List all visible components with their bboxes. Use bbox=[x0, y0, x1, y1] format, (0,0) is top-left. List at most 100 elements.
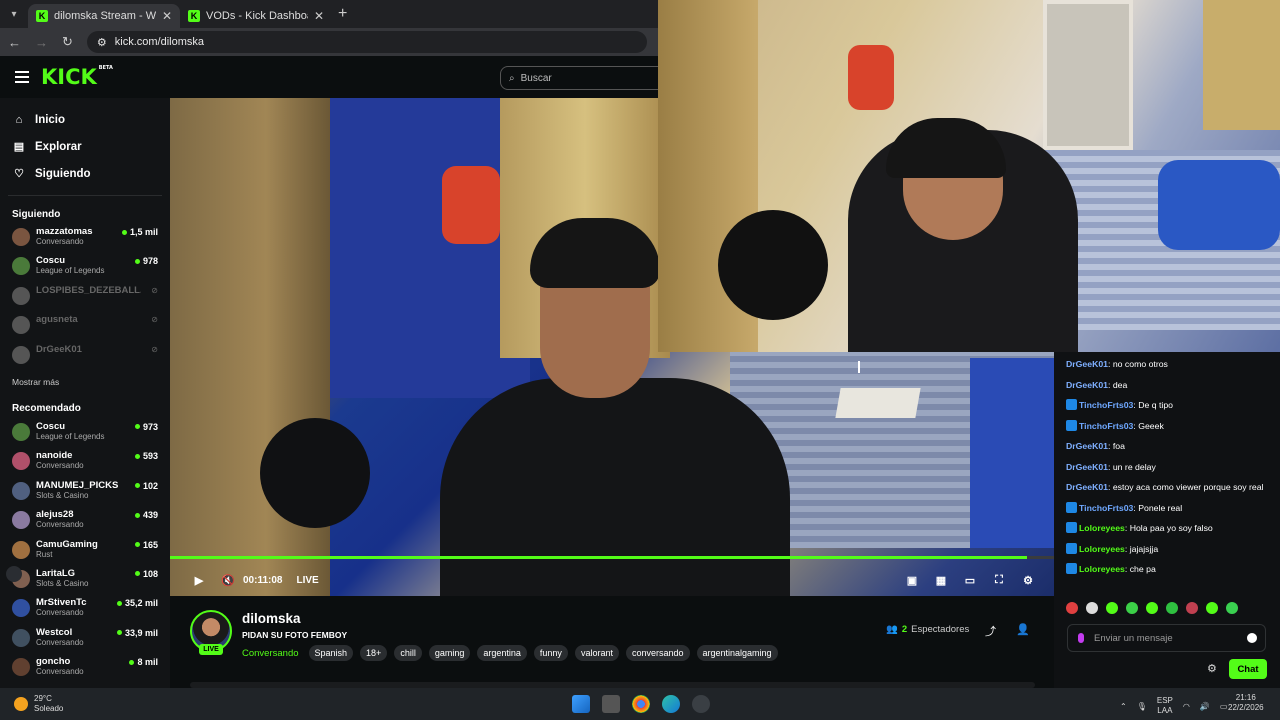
stream-tag[interactable]: valorant bbox=[574, 645, 619, 661]
stream-tag[interactable]: argentina bbox=[477, 645, 527, 661]
following-list: mazzatomas Conversando 1,5 mil Coscu League … bbox=[0, 224, 170, 371]
weather-widget[interactable]: 29°C Soleado bbox=[14, 694, 63, 714]
chat-username[interactable]: TinchoFrts03 bbox=[1079, 400, 1133, 410]
stream-tag[interactable]: gaming bbox=[428, 645, 471, 661]
emoji-icon[interactable] bbox=[1247, 633, 1257, 643]
channel-item[interactable]: nanoide Conversando 593 bbox=[0, 448, 170, 477]
fullscreen-icon[interactable]: ⛶ bbox=[991, 572, 1007, 588]
channel-item[interactable]: CamuGaming Rust 165 bbox=[0, 537, 170, 566]
back-icon[interactable]: ← bbox=[8, 35, 21, 50]
viewer-number: 973 bbox=[142, 421, 158, 432]
browser-tab[interactable]: K VODs - Kick Dashboard ✕ bbox=[180, 4, 332, 28]
channel-item[interactable]: alejus28 Conversando 439 bbox=[0, 507, 170, 536]
site-info-icon[interactable]: ⚙ bbox=[97, 36, 107, 49]
stream-category[interactable]: Conversando bbox=[242, 648, 299, 659]
chat-username[interactable]: Loloreyees bbox=[1079, 523, 1125, 533]
chat-message-input[interactable]: Enviar un mensaje bbox=[1067, 624, 1266, 652]
emote-icon[interactable] bbox=[1166, 602, 1178, 614]
chat-username[interactable]: TinchoFrts03 bbox=[1079, 503, 1133, 513]
follow-icon[interactable]: 👤 bbox=[1016, 623, 1030, 636]
stream-tag[interactable]: 18+ bbox=[360, 645, 388, 661]
chat-settings-icon[interactable]: ⚙ bbox=[1207, 662, 1217, 675]
play-icon[interactable]: ▶ bbox=[191, 572, 207, 588]
live-dot-icon bbox=[134, 483, 140, 489]
chat-username[interactable]: Loloreyees bbox=[1079, 564, 1125, 574]
chat-username[interactable]: TinchoFrts03 bbox=[1079, 421, 1133, 431]
show-more-link[interactable]: Mostrar más bbox=[0, 371, 170, 393]
channel-item[interactable]: goncho Conversando 8 mil bbox=[0, 654, 170, 683]
windows-start-icon[interactable] bbox=[572, 695, 590, 713]
settings-app-icon[interactable] bbox=[692, 695, 710, 713]
floating-tool-icon[interactable] bbox=[6, 566, 22, 582]
close-tab-icon[interactable]: ✕ bbox=[162, 9, 172, 23]
chat-username[interactable]: DrGeeK01 bbox=[1066, 359, 1108, 369]
reload-icon[interactable]: ↻ bbox=[62, 34, 73, 50]
new-tab-icon[interactable]: + bbox=[338, 5, 347, 23]
edge-icon[interactable] bbox=[662, 695, 680, 713]
mic-tray-icon[interactable]: 🎙 bbox=[1137, 702, 1147, 711]
clock[interactable]: 21:16 22/2/2026 bbox=[1228, 693, 1264, 713]
chat-username[interactable]: DrGeeK01 bbox=[1066, 482, 1108, 492]
stream-tag[interactable]: chill bbox=[394, 645, 422, 661]
emote-icon[interactable] bbox=[1146, 602, 1158, 614]
chat-username[interactable]: DrGeeK01 bbox=[1066, 462, 1108, 472]
menu-icon[interactable] bbox=[15, 71, 29, 83]
channel-item[interactable]: LaritaLG Slots & Casino 108 bbox=[0, 566, 170, 595]
channel-item[interactable]: LOSPIBES_DEZEBALL... ⊘ bbox=[0, 283, 170, 312]
pip-icon[interactable]: ▣ bbox=[904, 572, 920, 588]
channel-item[interactable]: Coscu League of Legends 973 bbox=[0, 419, 170, 448]
battery-icon[interactable]: ▭ bbox=[1220, 702, 1228, 711]
emote-icon[interactable] bbox=[1086, 602, 1098, 614]
tab-search-icon[interactable]: ▾ bbox=[0, 0, 28, 28]
chat-username[interactable]: DrGeeK01 bbox=[1066, 441, 1108, 451]
forward-icon[interactable]: → bbox=[35, 35, 48, 50]
mute-icon[interactable]: 🔇 bbox=[220, 572, 236, 588]
language-indicator[interactable]: ESP LAA bbox=[1157, 696, 1173, 716]
emote-icon[interactable] bbox=[1106, 602, 1118, 614]
emote-icon[interactable] bbox=[1186, 602, 1198, 614]
channel-item[interactable]: MANUMEJ_PICKS Slots & Casino 102 bbox=[0, 478, 170, 507]
nav-explorar[interactable]: ▤ Explorar bbox=[0, 133, 170, 160]
kick-logo[interactable]: KICK BETA bbox=[41, 65, 113, 89]
chrome-icon[interactable] bbox=[632, 695, 650, 713]
video-scene bbox=[440, 378, 790, 596]
stream-tag[interactable]: Spanish bbox=[308, 645, 354, 661]
live-indicator: LIVE bbox=[296, 574, 319, 586]
channel-item[interactable]: agusneta ⊘ bbox=[0, 312, 170, 341]
video-progress-bar[interactable] bbox=[170, 556, 1054, 559]
channel-item[interactable]: Westcol Conversando 33,9 mil bbox=[0, 625, 170, 654]
chat-message: DrGeeK01: dea bbox=[1054, 379, 1280, 392]
volume-icon[interactable]: 🔊 bbox=[1200, 702, 1210, 711]
send-chat-button[interactable]: Chat bbox=[1229, 659, 1267, 679]
nav-siguiendo[interactable]: ♡ Siguiendo bbox=[0, 160, 170, 187]
chat-username[interactable]: Loloreyees bbox=[1079, 544, 1125, 554]
channel-item[interactable]: MrStivenTc Conversando 35,2 mil bbox=[0, 595, 170, 624]
stream-tag[interactable]: argentinalgaming bbox=[696, 645, 778, 661]
file-explorer-icon[interactable] bbox=[602, 695, 620, 713]
search-input[interactable]: ⌕ Buscar bbox=[500, 66, 670, 90]
theater-icon[interactable]: ▭ bbox=[962, 572, 978, 588]
tray-expand-icon[interactable]: ⌃ bbox=[1120, 702, 1127, 711]
channel-item[interactable]: mazzatomas Conversando 1,5 mil bbox=[0, 224, 170, 253]
settings-icon[interactable]: ⚙ bbox=[1020, 572, 1036, 588]
stream-tag[interactable]: funny bbox=[533, 645, 568, 661]
nav-inicio[interactable]: ⌂ Inicio bbox=[0, 106, 170, 133]
viewer-count: 102 bbox=[134, 481, 158, 491]
microphone-icon[interactable] bbox=[1078, 633, 1084, 643]
clip-icon[interactable]: ▦ bbox=[933, 572, 949, 588]
channel-item[interactable]: Coscu League of Legends 978 bbox=[0, 253, 170, 282]
streamer-name[interactable]: dilomska bbox=[242, 611, 301, 626]
close-tab-icon[interactable]: ✕ bbox=[314, 9, 324, 23]
emote-icon[interactable] bbox=[1226, 602, 1238, 614]
user-badge-icon bbox=[1066, 522, 1077, 533]
browser-tab-active[interactable]: K dilomska Stream - Watch Live o ✕ bbox=[28, 4, 180, 28]
emote-icon[interactable] bbox=[1066, 602, 1078, 614]
emote-icon[interactable] bbox=[1206, 602, 1218, 614]
stream-tag[interactable]: conversando bbox=[625, 645, 690, 661]
chat-username[interactable]: DrGeeK01 bbox=[1066, 380, 1108, 390]
url-field[interactable]: ⚙ kick.com/dilomska bbox=[86, 31, 647, 53]
wifi-icon[interactable]: ◠ bbox=[1183, 702, 1190, 711]
share-icon[interactable]: ⤴ bbox=[985, 623, 996, 639]
emote-icon[interactable] bbox=[1126, 602, 1138, 614]
channel-item[interactable]: DrGeeK01 ⊘ bbox=[0, 342, 170, 371]
